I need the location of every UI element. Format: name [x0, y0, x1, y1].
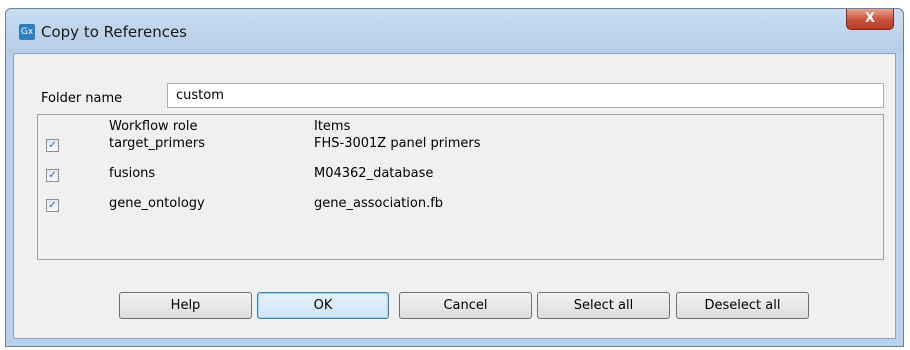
workflow-role-cell: target_primers	[109, 136, 206, 151]
item-cell[interactable]: FHS-3001Z panel primers	[314, 136, 481, 151]
ok-button[interactable]: OK	[257, 292, 389, 319]
copy-to-references-dialog: Gx Copy to References X Folder name cust…	[5, 8, 904, 347]
column-header-items: Items	[314, 119, 351, 134]
table-row: ✓ gene_ontology gene_association.fb	[38, 193, 883, 217]
row-checkbox[interactable]: ✓	[46, 169, 59, 182]
workflow-role-cell: gene_ontology	[109, 196, 205, 211]
table-row: ✓ target_primers FHS-3001Z panel primers	[38, 133, 883, 157]
workflow-roles-table: Workflow role Items ✓ target_primers FHS…	[37, 114, 884, 260]
table-row: ✓ fusions M04362_database	[38, 163, 883, 187]
item-cell[interactable]: gene_association.fb	[314, 196, 443, 211]
folder-name-input[interactable]: custom	[167, 83, 884, 108]
cancel-button[interactable]: Cancel	[399, 292, 532, 319]
column-header-workflow-role: Workflow role	[109, 119, 198, 134]
title-bar: Gx Copy to References X	[6, 9, 903, 53]
row-checkbox[interactable]: ✓	[46, 139, 59, 152]
close-button[interactable]: X	[846, 9, 894, 30]
app-icon: Gx	[19, 24, 35, 40]
dialog-body: Folder name custom Workflow role Items ✓…	[13, 53, 896, 339]
deselect-all-button[interactable]: Deselect all	[676, 292, 809, 319]
select-all-button[interactable]: Select all	[537, 292, 670, 319]
workflow-role-cell: fusions	[109, 166, 156, 181]
item-cell[interactable]: M04362_database	[314, 166, 433, 181]
row-checkbox[interactable]: ✓	[46, 199, 59, 212]
dialog-title: Copy to References	[41, 23, 187, 41]
help-button[interactable]: Help	[119, 292, 252, 319]
folder-name-label: Folder name	[41, 91, 123, 106]
